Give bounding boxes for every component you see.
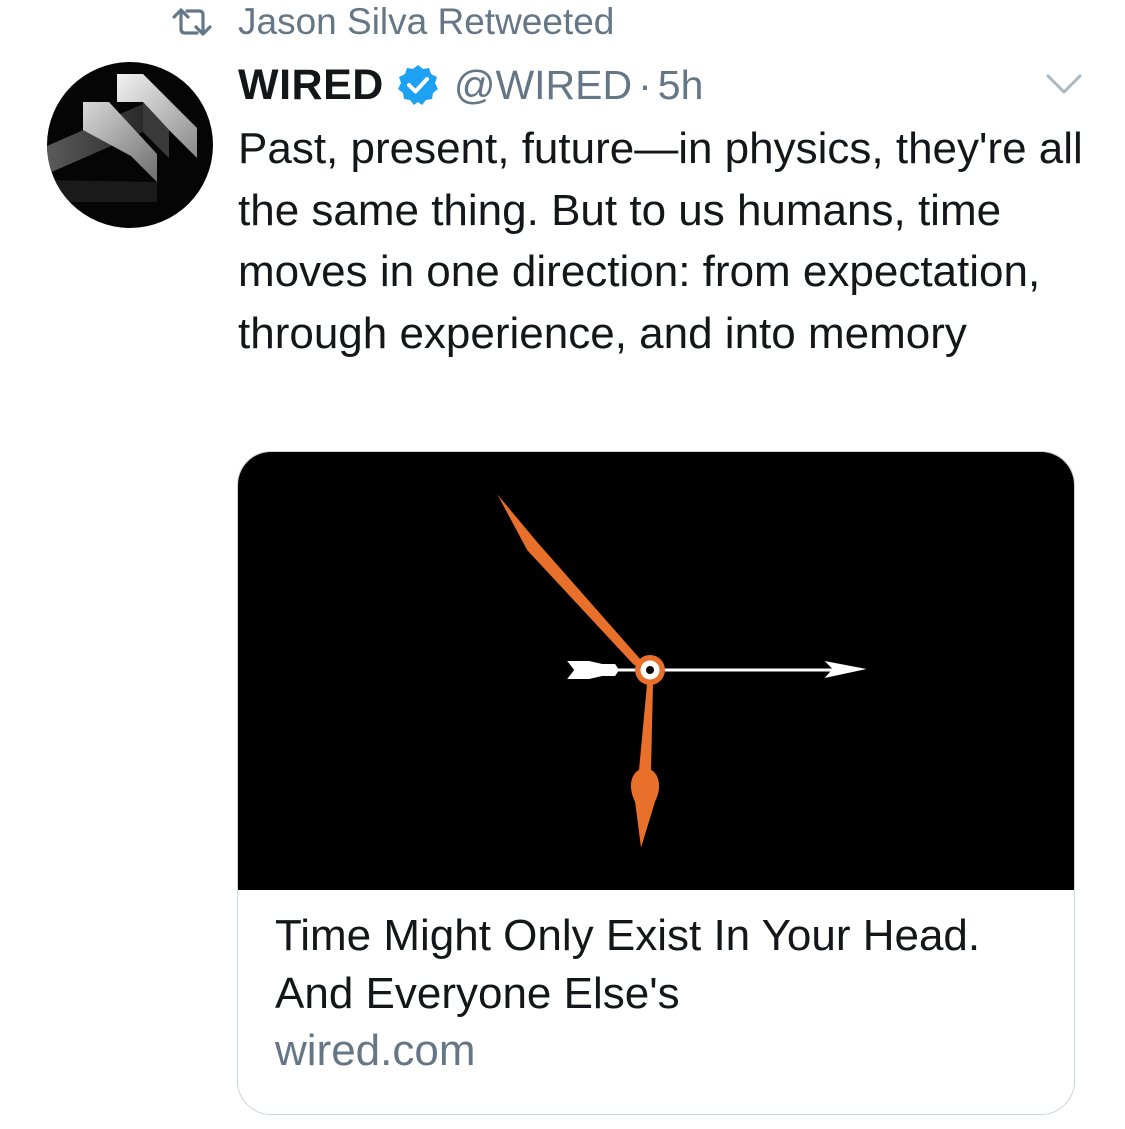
author-handle[interactable]: @WIRED: [454, 62, 632, 109]
retweeted-by-label[interactable]: Jason Silva Retweeted: [238, 1, 614, 43]
wired-logo-icon: [47, 74, 197, 202]
tweet-timestamp[interactable]: 5h: [658, 62, 704, 109]
tweet-body: Past, present, future—in physics, they'r…: [238, 124, 1083, 358]
card-title[interactable]: Time Might Only Exist In Your Head. And …: [275, 907, 1045, 1023]
card-domain: wired.com: [275, 1026, 476, 1075]
card-image[interactable]: [238, 452, 1074, 890]
chevron-down-icon[interactable]: [1044, 70, 1084, 98]
author-name[interactable]: WIRED: [238, 61, 384, 110]
clock-hands-arrow-image: [497, 494, 867, 848]
retweet-icon: [172, 8, 212, 36]
retweet-context[interactable]: Jason Silva Retweeted: [170, 0, 614, 44]
verified-badge-icon: [397, 65, 438, 105]
link-preview-card[interactable]: Time Might Only Exist In Your Head. And …: [237, 451, 1075, 1115]
author-avatar[interactable]: [47, 62, 213, 228]
tweet-header: WIRED @WIRED · 5h: [238, 58, 703, 112]
header-separator: ·: [638, 61, 652, 108]
